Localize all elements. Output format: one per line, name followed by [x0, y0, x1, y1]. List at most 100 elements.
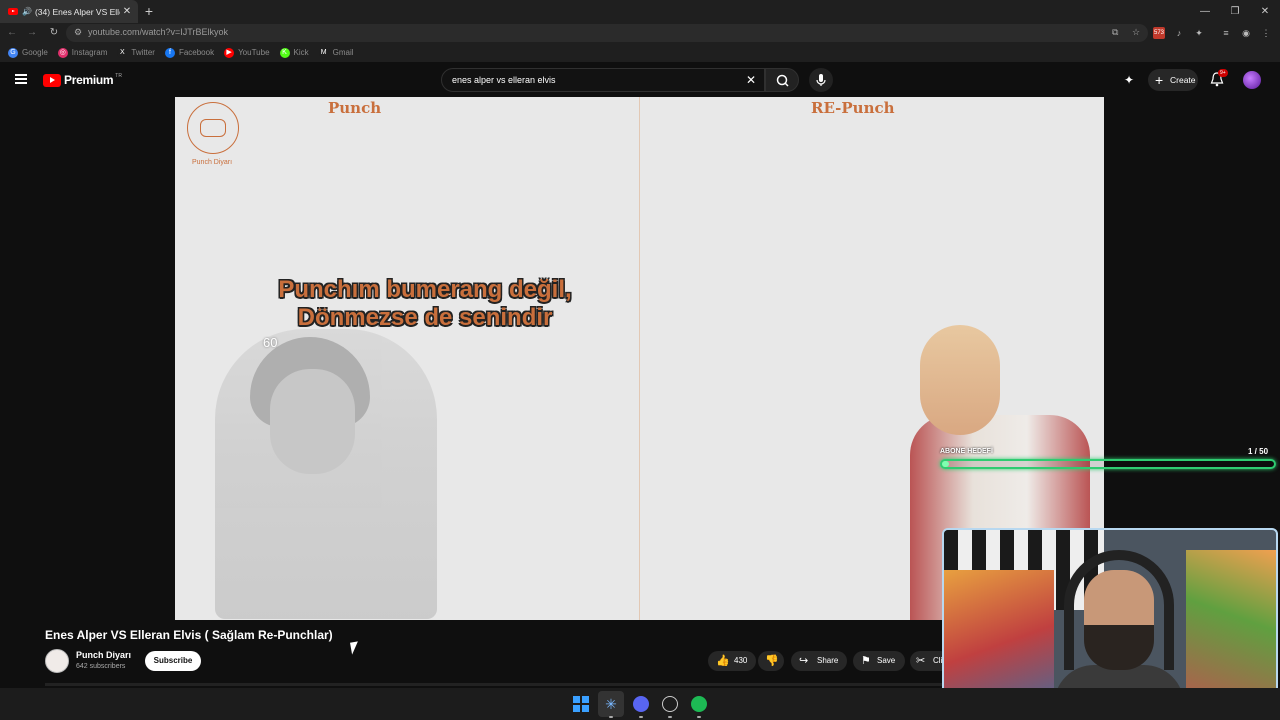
- bookmarks-bar: G Google ◎ Instagram X Twitter f Facebook ▶ YouTu…: [0, 43, 1280, 62]
- windows-taskbar: ✳: [0, 688, 1280, 720]
- bookmark-label: Gmail: [332, 48, 354, 57]
- discord-icon[interactable]: [633, 696, 649, 712]
- search-button[interactable]: [765, 68, 799, 92]
- kick-icon: K: [279, 47, 290, 58]
- split-divider: [639, 97, 640, 620]
- bookmark-label: Google: [22, 48, 48, 57]
- clip-label: Cli: [933, 656, 943, 665]
- bookmark-kick[interactable]: K Kick: [279, 47, 309, 58]
- tab-close-icon[interactable]: ✕: [120, 6, 134, 17]
- bookmark-google[interactable]: G Google: [8, 47, 48, 58]
- subscriber-goal-label: ABONE HEDEFİ: [940, 448, 993, 455]
- channel-watermark-logo: [187, 102, 239, 154]
- punch-heading: Punch: [328, 99, 382, 117]
- youtube-icon: ▶: [224, 47, 235, 58]
- instagram-icon: ◎: [57, 47, 68, 58]
- menu-icon[interactable]: [15, 74, 27, 84]
- extension-badge[interactable]: 573: [1153, 27, 1165, 39]
- profile-icon[interactable]: ◉: [1238, 25, 1254, 41]
- bookmark-facebook[interactable]: f Facebook: [164, 47, 215, 58]
- bookmark-instagram[interactable]: ◎ Instagram: [57, 47, 108, 58]
- dislike-button[interactable]: 👎: [758, 651, 784, 671]
- clear-search-icon[interactable]: ✕: [746, 73, 756, 87]
- running-indicator: [609, 716, 613, 718]
- youtube-favicon-icon: [8, 8, 18, 15]
- bookmark-youtube[interactable]: ▶ YouTube: [224, 47, 270, 58]
- spotify-icon[interactable]: [691, 696, 707, 712]
- chrome-icon[interactable]: [662, 696, 678, 712]
- bookmark-icon: ⚑: [861, 655, 871, 667]
- create-button[interactable]: + Create: [1148, 69, 1198, 91]
- new-tab-button[interactable]: +: [140, 2, 158, 20]
- bookmark-label: YouTube: [238, 48, 270, 57]
- bookmark-label: Instagram: [71, 48, 108, 57]
- windows-start-icon[interactable]: [573, 696, 589, 712]
- url-text: youtube.com/watch?v=IJTrBElkyok: [88, 27, 228, 37]
- channel-avatar[interactable]: [45, 649, 69, 673]
- maximize-button[interactable]: ❐: [1220, 0, 1250, 23]
- running-indicator: [668, 716, 672, 718]
- channel-name[interactable]: Punch Diyarı: [76, 650, 131, 660]
- save-button[interactable]: ⚑ Save: [853, 651, 905, 671]
- reload-icon[interactable]: ↻: [46, 25, 62, 41]
- notification-badge: 9+: [1218, 69, 1228, 77]
- region-code: TR: [115, 73, 122, 79]
- bookmark-label: Facebook: [178, 48, 215, 57]
- bookmark-label: Kick: [293, 48, 309, 57]
- plus-icon: +: [1155, 72, 1164, 88]
- scissors-icon: ✂: [916, 655, 926, 667]
- close-window-button[interactable]: ✕: [1250, 0, 1280, 23]
- logo-text: Premium: [64, 73, 114, 87]
- share-label: Share: [817, 656, 839, 665]
- reading-list-icon[interactable]: ≡: [1218, 25, 1234, 41]
- site-info-icon[interactable]: ⚙: [74, 27, 82, 38]
- minimize-button[interactable]: —: [1190, 0, 1220, 23]
- bookmark-star-icon[interactable]: ☆: [1132, 27, 1140, 38]
- fist-icon: [200, 119, 226, 137]
- forward-icon[interactable]: →: [24, 25, 40, 41]
- bookmark-label: Twitter: [131, 48, 155, 57]
- youtube-logo[interactable]: Premium TR: [43, 73, 122, 87]
- like-button[interactable]: 👍 430: [708, 651, 756, 671]
- create-label: Create: [1170, 75, 1196, 85]
- bookmark-twitter[interactable]: X Twitter: [117, 47, 155, 58]
- ai-sparkle-icon[interactable]: ✦: [1124, 73, 1134, 87]
- install-icon[interactable]: ⧉: [1112, 27, 1118, 38]
- subscribe-button[interactable]: Subscribe: [145, 651, 201, 671]
- channel-watermark-name: Punch Diyarı: [192, 159, 233, 166]
- browser-tab[interactable]: 🔊 (34) Enes Alper VS Elle ✕: [0, 0, 138, 23]
- chrome-menu-icon[interactable]: ⋮: [1258, 25, 1274, 41]
- omnibox[interactable]: ⚙ youtube.com/watch?v=IJTrBElkyok ⧉ ☆: [66, 24, 1148, 42]
- account-avatar[interactable]: [1243, 71, 1261, 89]
- bookmark-gmail[interactable]: M Gmail: [318, 47, 354, 58]
- save-label: Save: [877, 656, 896, 665]
- share-button[interactable]: ↪ Share: [791, 651, 847, 671]
- youtube-header: Premium TR enes alper vs elleran elvis ✕…: [0, 62, 1280, 98]
- thumbs-up-icon: 👍: [716, 655, 730, 667]
- share-icon: ↪: [799, 655, 809, 667]
- browser-tabstrip: 🔊 (34) Enes Alper VS Elle ✕ + — ❐ ✕: [0, 0, 1280, 23]
- thumbs-down-icon: 👎: [765, 655, 779, 667]
- running-indicator: [697, 716, 701, 718]
- voice-search-button[interactable]: [809, 68, 833, 92]
- media-icon[interactable]: ♪: [1171, 25, 1187, 41]
- youtube-play-icon: [43, 73, 61, 87]
- speaker-icon[interactable]: 🔊: [22, 7, 32, 16]
- gmail-icon: M: [318, 47, 329, 58]
- subscriber-goal-bar: [940, 459, 1276, 469]
- subscriber-count: 642 subscribers: [76, 663, 126, 670]
- app-sparkle-icon[interactable]: ✳: [603, 696, 619, 712]
- back-icon[interactable]: ←: [4, 25, 20, 41]
- repunch-heading: RE-Punch: [811, 99, 895, 117]
- like-count: 430: [734, 656, 748, 665]
- address-bar-row: ← → ↻ ⚙ youtube.com/watch?v=IJTrBElkyok …: [0, 23, 1280, 43]
- video-title: Enes Alper VS Elleran Elvis ( Sağlam Re-…: [45, 628, 333, 642]
- notifications-button[interactable]: 9+: [1210, 69, 1228, 92]
- overlay-count: 60: [263, 335, 278, 350]
- divider-line: [45, 683, 945, 686]
- extensions-icon[interactable]: ✦: [1191, 25, 1207, 41]
- left-person-image: [215, 329, 437, 619]
- tab-title: (34) Enes Alper VS Elle: [34, 6, 120, 17]
- x-icon: X: [117, 47, 128, 58]
- search-input[interactable]: enes alper vs elleran elvis ✕: [441, 68, 765, 92]
